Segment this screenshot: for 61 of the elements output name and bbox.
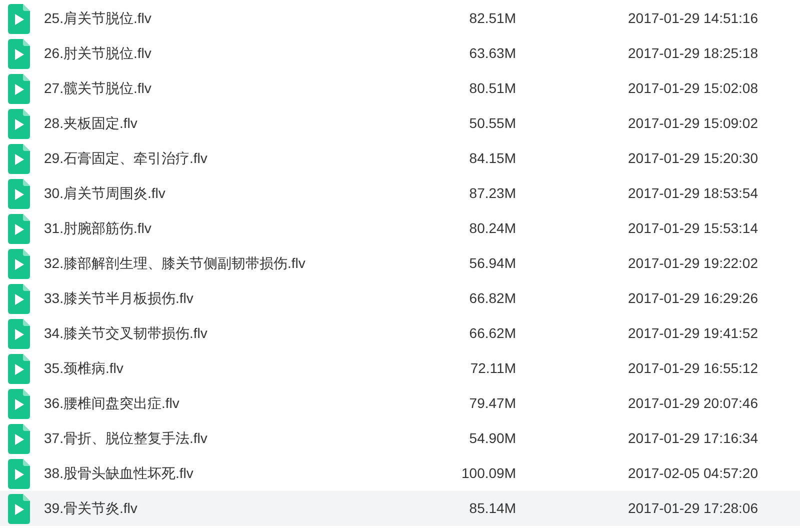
file-size: 84.15M bbox=[468, 149, 516, 168]
modified-date: 2017-01-29 16:29:26 bbox=[628, 289, 758, 308]
file-name: 37.骨折、脱位整复手法.flv bbox=[44, 429, 208, 448]
file-size: 63.63M bbox=[468, 44, 516, 63]
file-name: 36.腰椎间盘突出症.flv bbox=[44, 394, 180, 413]
file-name: 29.石膏固定、牵引治疗.flv bbox=[44, 149, 208, 168]
file-name: 39.骨关节炎.flv bbox=[44, 499, 138, 518]
file-name: 27.髋关节脱位.flv bbox=[44, 79, 152, 98]
file-size: 56.94M bbox=[468, 254, 516, 273]
file-name: 28.夹板固定.flv bbox=[44, 114, 138, 133]
modified-date: 2017-01-29 18:25:18 bbox=[628, 44, 758, 63]
modified-date: 2017-01-29 15:20:30 bbox=[628, 149, 758, 168]
video-file-icon bbox=[8, 144, 30, 174]
file-name: 30.肩关节周围炎.flv bbox=[44, 184, 166, 203]
modified-date: 2017-02-05 04:57:20 bbox=[628, 464, 758, 483]
video-file-icon bbox=[8, 388, 30, 418]
video-file-icon bbox=[8, 424, 30, 454]
file-size: 80.24M bbox=[468, 219, 516, 238]
file-size: 72.11M bbox=[469, 359, 516, 378]
file-name: 35.颈椎病.flv bbox=[44, 359, 124, 378]
video-file-icon bbox=[8, 458, 30, 488]
modified-date: 2017-01-29 15:53:14 bbox=[628, 219, 758, 238]
file-size: 54.90M bbox=[468, 429, 516, 448]
modified-date: 2017-01-29 19:41:52 bbox=[628, 324, 758, 343]
file-size: 66.82M bbox=[468, 289, 516, 308]
modified-date: 2017-01-29 15:02:08 bbox=[628, 79, 758, 98]
video-file-icon bbox=[8, 494, 30, 524]
file-size: 80.51M bbox=[468, 79, 516, 98]
video-file-icon bbox=[8, 178, 30, 208]
modified-date: 2017-01-29 18:53:54 bbox=[628, 184, 758, 203]
file-size: 82.51M bbox=[468, 9, 516, 28]
file-name: 31.肘腕部筋伤.flv bbox=[44, 219, 152, 238]
video-file-icon bbox=[8, 4, 30, 34]
modified-date: 2017-01-29 15:09:02 bbox=[628, 114, 758, 133]
modified-date: 2017-01-29 17:28:06 bbox=[628, 499, 758, 518]
file-row[interactable]: 39.骨关节炎.flv 85.14M 2017-01-29 17:28:06 bbox=[0, 491, 800, 526]
video-file-icon bbox=[8, 318, 30, 348]
modified-date: 2017-01-29 17:16:34 bbox=[628, 429, 758, 448]
video-file-icon bbox=[8, 74, 30, 104]
file-size: 79.47M bbox=[468, 394, 516, 413]
video-file-icon bbox=[8, 248, 30, 278]
file-name: 33.膝关节半月板损伤.flv bbox=[44, 289, 194, 308]
video-file-icon bbox=[8, 108, 30, 138]
file-size: 50.55M bbox=[468, 114, 516, 133]
modified-date: 2017-01-29 14:51:16 bbox=[628, 9, 758, 28]
modified-date: 2017-01-29 19:22:02 bbox=[628, 254, 758, 273]
file-size: 87.23M bbox=[468, 184, 516, 203]
video-file-icon bbox=[8, 354, 30, 384]
modified-date: 2017-01-29 20:07:46 bbox=[628, 394, 758, 413]
file-name: 34.膝关节交叉韧带损伤.flv bbox=[44, 324, 208, 343]
file-size: 100.09M bbox=[460, 464, 516, 483]
video-file-icon bbox=[8, 214, 30, 244]
file-size: 85.14M bbox=[468, 499, 516, 518]
video-file-icon bbox=[8, 38, 30, 68]
file-name: 25.肩关节脱位.flv bbox=[44, 9, 152, 28]
file-size: 66.62M bbox=[468, 324, 516, 343]
file-name: 26.肘关节脱位.flv bbox=[44, 44, 152, 63]
file-name: 38.股骨头缺血性坏死.flv bbox=[44, 464, 194, 483]
video-file-icon bbox=[8, 284, 30, 314]
file-name: 32.膝部解剖生理、膝关节侧副韧带损伤.flv bbox=[44, 254, 306, 273]
modified-date: 2017-01-29 16:55:12 bbox=[628, 359, 758, 378]
